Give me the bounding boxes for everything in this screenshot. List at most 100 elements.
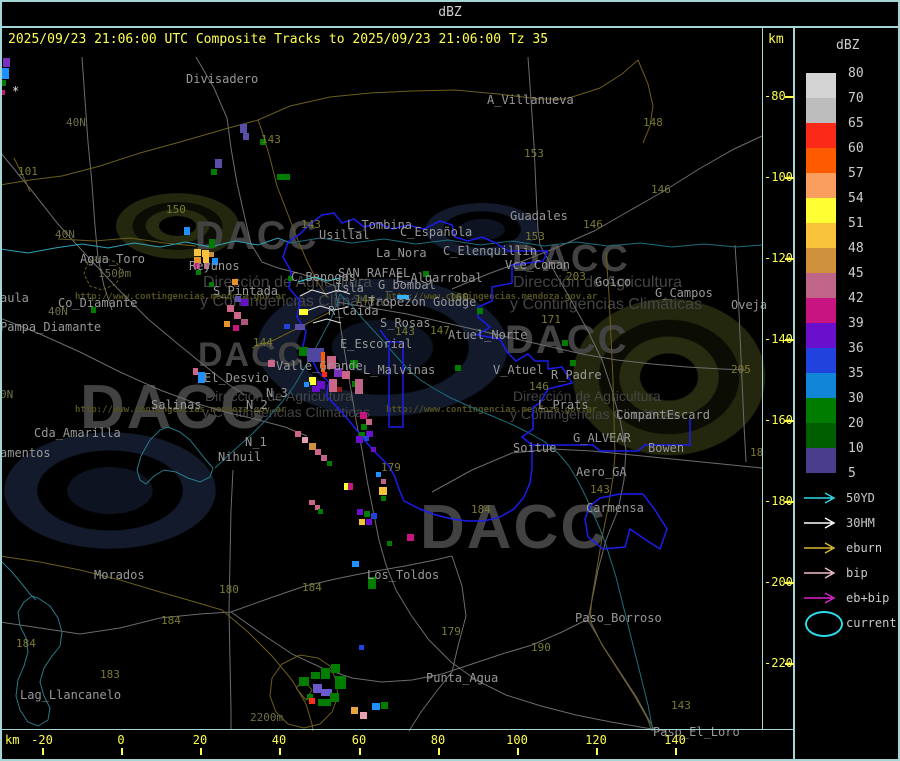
- place-label: Salinas: [151, 398, 202, 412]
- echo-cell: [304, 382, 309, 387]
- echo-cell: [387, 541, 392, 546]
- dbz-band-label: 57: [848, 166, 864, 181]
- place-label: Vce_Coman: [505, 258, 571, 272]
- frame-line: [0, 0, 2, 761]
- echo-cell: [184, 227, 190, 235]
- place-label: V_Atuel: [493, 363, 544, 377]
- dbz-band-swatch: [806, 248, 836, 273]
- place-label: Atuel_Norte: [448, 328, 528, 342]
- place-label: Valle_Grande: [276, 359, 363, 373]
- place-label: Morados: [94, 568, 145, 582]
- bottom-axis-tick: [359, 748, 361, 755]
- place-label: L_Prats: [538, 398, 589, 412]
- right-axis-tick: [785, 258, 794, 260]
- echo-cell: [337, 387, 342, 392]
- road-number-label: 101: [18, 165, 38, 178]
- road-number-label: 153: [524, 147, 544, 160]
- dbz-band-label: 20: [848, 416, 864, 431]
- bottom-axis-unit: km: [5, 733, 20, 747]
- place-label: G_bombal: [378, 278, 436, 292]
- echo-cell: [359, 519, 365, 525]
- 30HM-arrow-icon: [804, 517, 836, 529]
- bottom-axis-tick: [200, 748, 202, 755]
- dbz-band-label: 35: [848, 366, 864, 381]
- right-axis-tick: [785, 177, 794, 179]
- bip-arrow-icon: [804, 567, 836, 579]
- bottom-axis-tick-label: 60: [351, 733, 367, 747]
- place-label: Aero_GA: [576, 465, 627, 479]
- echo-cell: [202, 250, 209, 257]
- eb+bip-arrow-icon: [804, 592, 836, 604]
- map-line: [15, 595, 63, 727]
- bottom-axis-tick-label: 100: [506, 733, 528, 747]
- bottom-axis-tick: [279, 748, 281, 755]
- map-line: [312, 318, 342, 324]
- echo-cell: [284, 324, 290, 329]
- map-line: [589, 619, 653, 732]
- place-label: G_Campos: [655, 286, 713, 300]
- right-axis-tick: [785, 582, 794, 584]
- legend-label: current: [846, 616, 897, 630]
- echo-cell: [348, 483, 353, 490]
- road-number-label: 179: [441, 625, 461, 638]
- bottom-axis-tick-label: 80: [430, 733, 446, 747]
- echo-cell: [302, 437, 308, 443]
- echo-cell: [194, 249, 201, 256]
- frame-line: [2, 729, 793, 730]
- legend-label: eburn: [846, 541, 883, 555]
- echo-cell: [570, 360, 576, 366]
- map-line: [195, 56, 263, 263]
- map-line: [637, 59, 654, 144]
- dbz-band-swatch: [806, 173, 836, 198]
- place-label: A_Villanueva: [487, 93, 574, 107]
- echo-cell: [381, 496, 386, 501]
- echo-cell: [356, 436, 363, 443]
- eburn-arrow-icon: [804, 542, 836, 554]
- echo-cell: [455, 365, 461, 371]
- frame-line: [0, 26, 900, 28]
- place-label: Punta_Agua: [426, 671, 499, 685]
- map-line: [0, 119, 259, 186]
- place-label: Tropezón Goudge: [368, 295, 477, 309]
- echo-cell: [224, 321, 230, 327]
- echo-cell: [327, 461, 332, 466]
- road-number-label: 190: [531, 641, 551, 654]
- place-label: Agua_Toro: [80, 252, 146, 266]
- echo-cell: [241, 299, 248, 306]
- echo-cell: [351, 707, 358, 714]
- place-label: Bowen: [648, 441, 685, 455]
- echo-cell: [277, 174, 290, 180]
- bottom-axis-tick-label: -20: [31, 733, 53, 747]
- bottom-axis-tick: [42, 748, 44, 755]
- road-number-label: 144: [253, 336, 273, 349]
- right-axis-tick: [785, 663, 794, 665]
- place-label: N_3: [266, 386, 288, 400]
- place-label: Carmensa: [586, 501, 644, 515]
- echo-cell: [407, 534, 414, 541]
- bottom-axis-tick: [121, 748, 123, 755]
- place-label: Soitue: [513, 441, 557, 455]
- place-label: Cda_Amarilla: [34, 426, 121, 440]
- road-number-label: 180: [219, 583, 239, 596]
- road-number-label: 143: [671, 699, 691, 712]
- echo-cell: [299, 677, 309, 686]
- dbz-band-swatch: [806, 198, 836, 223]
- echo-cell: [310, 380, 316, 385]
- place-label: Lag_Llancanelo: [20, 688, 122, 702]
- echo-cell: [215, 159, 222, 168]
- map-line: [0, 555, 223, 611]
- map-line: [451, 555, 467, 673]
- echo-cell: [295, 431, 301, 437]
- dbz-band-label: 39: [848, 316, 864, 331]
- place-label: N_1: [245, 435, 267, 449]
- road-number-label: 146: [583, 218, 603, 231]
- right-axis-tick: [785, 501, 794, 503]
- dbz-band-swatch: [806, 448, 836, 473]
- geo-label: 1500m: [98, 267, 132, 280]
- map-linework: [0, 56, 763, 732]
- right-axis-tick: [785, 339, 794, 341]
- echo-cell: [211, 169, 217, 175]
- map-line: [0, 559, 37, 601]
- bottom-axis-tick-label: 0: [117, 733, 125, 747]
- echo-cell: [366, 419, 372, 425]
